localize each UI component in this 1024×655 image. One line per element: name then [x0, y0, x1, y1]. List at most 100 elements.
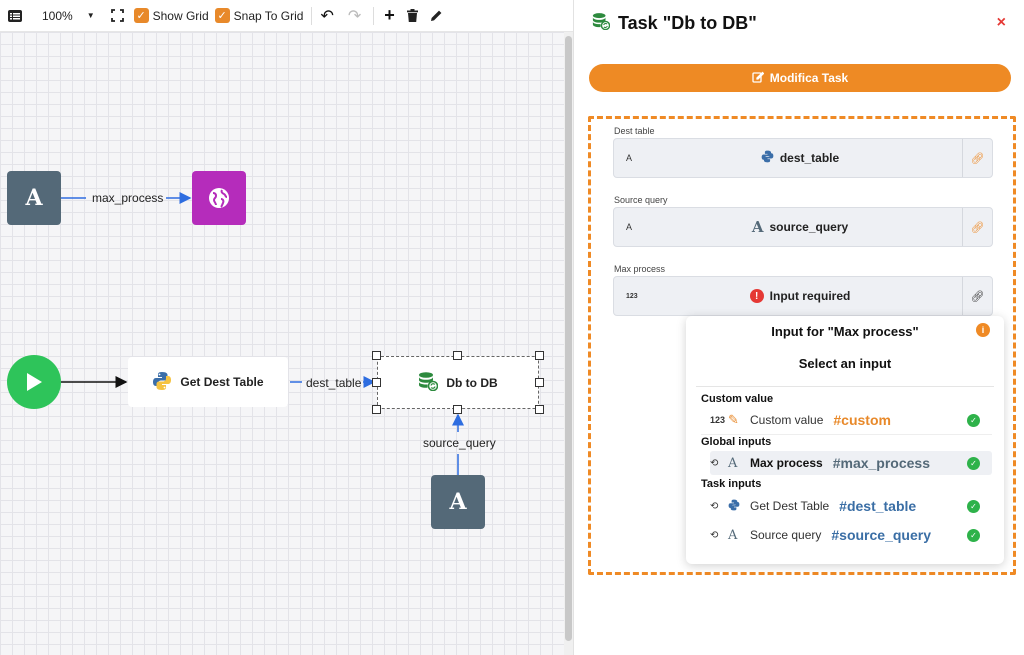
history-icon: ⟲ [710, 500, 719, 512]
link-icon[interactable]: 🔗︎ [962, 208, 992, 246]
workflow-canvas[interactable]: A Get Dest Table Db to DB A max_process … [0, 32, 564, 655]
resize-handle[interactable] [535, 378, 544, 387]
option-max-process[interactable]: ⟲ A Max process #max_process ✓ [710, 451, 992, 475]
input-selector-popup: Input for "Max process" i Select an inpu… [686, 316, 1004, 564]
edit-icon [752, 71, 765, 86]
play-icon [27, 373, 42, 391]
menu-list-icon[interactable] [8, 4, 30, 28]
snap-to-grid-checkbox-icon[interactable]: ✓ [214, 8, 230, 23]
history-icon: ⟲ [710, 457, 719, 469]
option-label: Max process [750, 456, 823, 470]
panel-title: Task "Db to DB" [592, 12, 757, 35]
field-max-process[interactable]: 123 ! Input required 🔗︎ [613, 276, 993, 316]
edge-label-max-process: max_process [92, 191, 164, 205]
pencil-icon: ✎ [728, 412, 739, 427]
show-grid-label: Show Grid [152, 8, 209, 23]
field-label-source-query: Source query [614, 195, 668, 205]
popup-title: Input for "Max process" [771, 324, 919, 339]
option-custom-value[interactable]: 123 ✎ Custom value #custom ✓ [710, 408, 992, 432]
resize-handle[interactable] [372, 378, 381, 387]
task-node-get-dest-table[interactable]: Get Dest Table [128, 357, 288, 407]
panel-title-text: Task "Db to DB" [618, 13, 757, 33]
add-icon[interactable]: + [384, 4, 395, 28]
field-value: Input required [769, 289, 851, 303]
field-source-query[interactable]: A A source_query 🔗︎ [613, 207, 993, 247]
text-a-icon: A [751, 218, 764, 236]
option-label: Custom value [750, 413, 824, 427]
info-icon[interactable]: i [976, 323, 990, 337]
divider [701, 434, 992, 435]
undo-icon[interactable]: ↶ [320, 4, 333, 28]
snap-to-grid-label: Snap To Grid [233, 8, 304, 23]
database-sync-icon [592, 12, 611, 35]
check-icon: ✓ [967, 528, 980, 542]
option-tag: #custom [833, 412, 891, 428]
task-node-label: Get Dest Table [180, 375, 264, 389]
snap-to-grid-toggle[interactable]: ✓ Snap To Grid [214, 4, 304, 28]
resize-handle[interactable] [453, 405, 462, 414]
option-get-dest-table[interactable]: ⟲ Get Dest Table #dest_table ✓ [710, 494, 992, 518]
field-type: A [626, 153, 633, 163]
toolbar-divider [311, 6, 313, 25]
option-tag: #max_process [832, 455, 930, 471]
toolbar-divider [373, 6, 375, 25]
edit-task-button[interactable]: Modifica Task [589, 64, 1011, 92]
option-source-query[interactable]: ⟲ A Source query #source_query ✓ [710, 523, 992, 547]
edge-label-dest-table: dest_table [306, 376, 362, 390]
divider [696, 386, 994, 387]
global-input-node[interactable] [192, 171, 246, 225]
resize-handle[interactable] [453, 351, 462, 360]
task-detail-panel: Task "Db to DB" × Modifica Task Dest tab… [574, 0, 1024, 655]
option-label: Source query [750, 528, 822, 542]
option-label: Get Dest Table [750, 499, 830, 513]
field-value: dest_table [779, 151, 840, 165]
task-node-db-to-db[interactable]: Db to DB [377, 356, 539, 409]
input-node-a[interactable]: A [431, 475, 485, 529]
field-label-max-process: Max process [614, 264, 666, 274]
group-heading-task: Task inputs [701, 478, 762, 490]
python-icon [728, 499, 748, 514]
field-value: source_query [769, 220, 849, 234]
show-grid-toggle[interactable]: ✓ Show Grid [133, 4, 209, 28]
check-icon: ✓ [967, 413, 980, 427]
history-icon: ⟲ [710, 529, 719, 541]
group-heading-global: Global inputs [701, 436, 772, 448]
group-heading-custom: Custom value [701, 393, 774, 405]
pencil-icon[interactable] [430, 4, 443, 28]
database-sync-icon [418, 371, 439, 394]
globe-icon [209, 188, 229, 208]
fit-screen-icon[interactable] [110, 4, 124, 28]
zoom-dropdown-icon[interactable]: ▼ [87, 4, 95, 28]
text-a-icon: A [728, 455, 738, 471]
edges-layer [61, 192, 464, 475]
edge-label-source-query: source_query [423, 436, 496, 450]
start-node[interactable] [7, 355, 61, 409]
input-node-a[interactable]: A [7, 171, 61, 225]
python-icon [761, 150, 774, 166]
zoom-level[interactable]: 100% [42, 4, 73, 28]
field-type: 123 [626, 292, 638, 300]
show-grid-checkbox-icon[interactable]: ✓ [133, 8, 149, 23]
python-icon [152, 371, 172, 394]
close-icon[interactable]: × [997, 14, 1006, 32]
edit-task-label: Modifica Task [769, 71, 849, 85]
field-dest-table[interactable]: A dest_table 🔗︎ [613, 138, 993, 178]
number-type-icon: 123 [710, 415, 726, 425]
task-node-label: Db to DB [446, 375, 498, 390]
link-icon[interactable]: 🔗︎ [962, 277, 992, 315]
resize-handle[interactable] [372, 351, 381, 360]
field-label-dest-table: Dest table [614, 126, 655, 136]
resize-handle[interactable] [535, 351, 544, 360]
text-a-icon: A [728, 527, 738, 543]
redo-icon[interactable]: ↷ [348, 4, 361, 28]
check-icon: ✓ [967, 499, 980, 513]
resize-handle[interactable] [535, 405, 544, 414]
option-tag: #source_query [831, 527, 931, 543]
canvas-toolbar: 100% ▼ ✓ Show Grid ✓ Snap To Grid ↶ ↷ + [0, 0, 573, 32]
option-tag: #dest_table [839, 498, 917, 514]
check-icon: ✓ [967, 456, 980, 470]
canvas-scrollbar-thumb[interactable] [565, 36, 572, 641]
trash-icon[interactable] [406, 4, 418, 28]
resize-handle[interactable] [372, 405, 381, 414]
link-icon[interactable]: 🔗︎ [962, 139, 992, 177]
